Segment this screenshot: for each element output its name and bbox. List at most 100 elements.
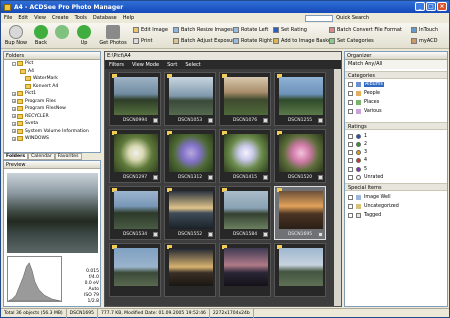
tab-favorites[interactable]: Favorites [54,153,82,160]
thumbnail[interactable]: DSCN1053 [164,72,216,126]
folder-item[interactable]: A4 [4,68,100,76]
special-items-header[interactable]: Special Items [345,183,447,191]
folder-item[interactable]: + RECYCLER [4,113,100,121]
thumbnail[interactable]: DSCN1534 [109,186,161,240]
intouch-button[interactable]: InTouch [411,26,438,34]
batch-resize-button[interactable]: Batch Resize Images [173,26,233,34]
folder-item[interactable]: + WINDOWS [4,135,100,143]
rating-6[interactable]: Unrated [348,174,383,182]
menu-help[interactable]: Help [123,15,134,21]
menu-create[interactable]: Create [52,15,69,21]
back-now-button[interactable]: Bup Now [3,25,29,46]
rating-checkbox[interactable] [348,150,353,156]
select-checkbox[interactable] [318,118,323,123]
select-checkbox[interactable] [208,118,213,123]
thumbnail[interactable]: DSCN1297 [109,129,161,183]
folder-item[interactable]: + Sveta [4,120,100,128]
close-button[interactable]: × [437,2,447,11]
special-tagged[interactable]: Tagged [348,211,381,219]
maximize-button[interactable]: □ [426,2,436,11]
path-bar[interactable]: E:\Pict\A4 [105,52,341,60]
ratings-header[interactable]: Ratings [345,122,447,130]
add-basket-button[interactable]: Add to Image Basket [273,37,333,45]
tab-calendar[interactable]: Calendar [28,153,55,160]
select-checkbox[interactable] [318,232,323,237]
set-categories-button[interactable]: Set Categories [329,37,374,45]
minimize-button[interactable]: _ [415,2,425,11]
menu-file[interactable]: File [4,15,12,21]
rating-4[interactable]: 4 [348,157,367,165]
forward-button[interactable] [53,25,71,40]
categories-header[interactable]: Categories [345,71,447,79]
folder-item[interactable]: + Program Files [4,98,100,106]
view-mode-button[interactable]: View Mode [132,62,159,68]
myacd-button[interactable]: myACD [411,37,438,45]
batch-adjust-button[interactable]: Batch Adjust Exposure [173,37,237,45]
select-checkbox[interactable] [153,232,158,237]
category-various[interactable]: Various [348,107,382,115]
print-button[interactable]: Print [133,37,153,45]
rating-1[interactable]: 1 [348,132,367,140]
category-albums[interactable]: Albums [348,80,384,88]
sort-button[interactable]: Sort [167,62,177,68]
thumbnail[interactable]: DSCN0994 [109,72,161,126]
rating-2[interactable]: 2 [348,140,367,148]
thumbnail[interactable]: DSCN1312 [164,129,216,183]
thumbnail[interactable]: DSCN1520 [274,129,326,183]
match-selector[interactable]: Match Any/All [345,60,447,69]
back-button[interactable]: Back [28,25,54,46]
select-checkbox[interactable] [153,175,158,180]
folder-item[interactable]: - Pict [4,60,100,68]
batch-convert-button[interactable]: Batch Convert File Format [329,26,402,34]
folder-item[interactable]: Konvert A4 [4,83,100,91]
rating-3[interactable]: 3 [348,149,367,157]
menu-database[interactable]: Database [93,15,117,21]
category-places[interactable]: Places [348,98,379,106]
scrollbar[interactable] [334,69,341,306]
rating-checkbox[interactable] [348,158,353,164]
folder-item[interactable]: WaterMark [4,75,100,83]
rotate-left-button[interactable]: Rotate Left [233,26,268,34]
get-photos-button[interactable]: Get Photos [97,25,129,46]
rating-checkbox[interactable] [348,141,353,147]
thumbnail[interactable]: DSCN1695 [274,186,326,240]
folder-item[interactable]: + Pict1 [4,90,100,98]
thumbnail[interactable] [109,243,161,297]
special-image-well[interactable]: Image Well [348,193,391,201]
rating-checkbox[interactable] [348,133,353,139]
select-checkbox[interactable] [263,118,268,123]
thumbnail[interactable] [219,243,271,297]
tab-folders[interactable]: Folders [3,153,29,160]
set-rating-button[interactable]: Set Rating [273,26,307,34]
select-checkbox[interactable] [208,175,213,180]
quick-search-input[interactable] [305,14,334,22]
folder-item[interactable]: + Program FilesNew [4,105,100,113]
up-button[interactable]: Up [71,25,97,46]
thumbnail[interactable]: DSCN1584 [219,186,271,240]
menu-edit[interactable]: Edit [18,15,28,21]
thumbnail[interactable]: DSCN1552 [164,186,216,240]
select-checkbox[interactable] [153,118,158,123]
thumbnail[interactable] [274,243,326,297]
thumbnail[interactable]: DSCN1415 [219,129,271,183]
rating-checkbox[interactable] [348,175,353,180]
select-checkbox[interactable] [263,232,268,237]
select-checkbox[interactable] [208,232,213,237]
thumbnail[interactable]: DSCN1076 [219,72,271,126]
select-button[interactable]: Select [185,62,200,68]
filters-button[interactable]: Filters [109,62,124,68]
folder-item[interactable]: + System Volume Information [4,128,100,136]
thumbnail[interactable] [164,243,216,297]
edit-image-button[interactable]: Edit Image [133,26,168,34]
special-uncategorized[interactable]: Uncategorized [348,202,399,210]
thumbnail[interactable]: DSCN1255 [274,72,326,126]
rating-5[interactable]: 5 [348,165,367,173]
quick-search-label[interactable]: Quick Search [336,15,369,21]
rating-checkbox[interactable] [348,166,353,172]
select-checkbox[interactable] [318,175,323,180]
category-people[interactable]: People [348,89,380,97]
select-checkbox[interactable] [263,175,268,180]
menu-tools[interactable]: Tools [75,15,87,21]
menu-view[interactable]: View [34,15,46,21]
rotate-right-button[interactable]: Rotate Right [233,37,272,45]
